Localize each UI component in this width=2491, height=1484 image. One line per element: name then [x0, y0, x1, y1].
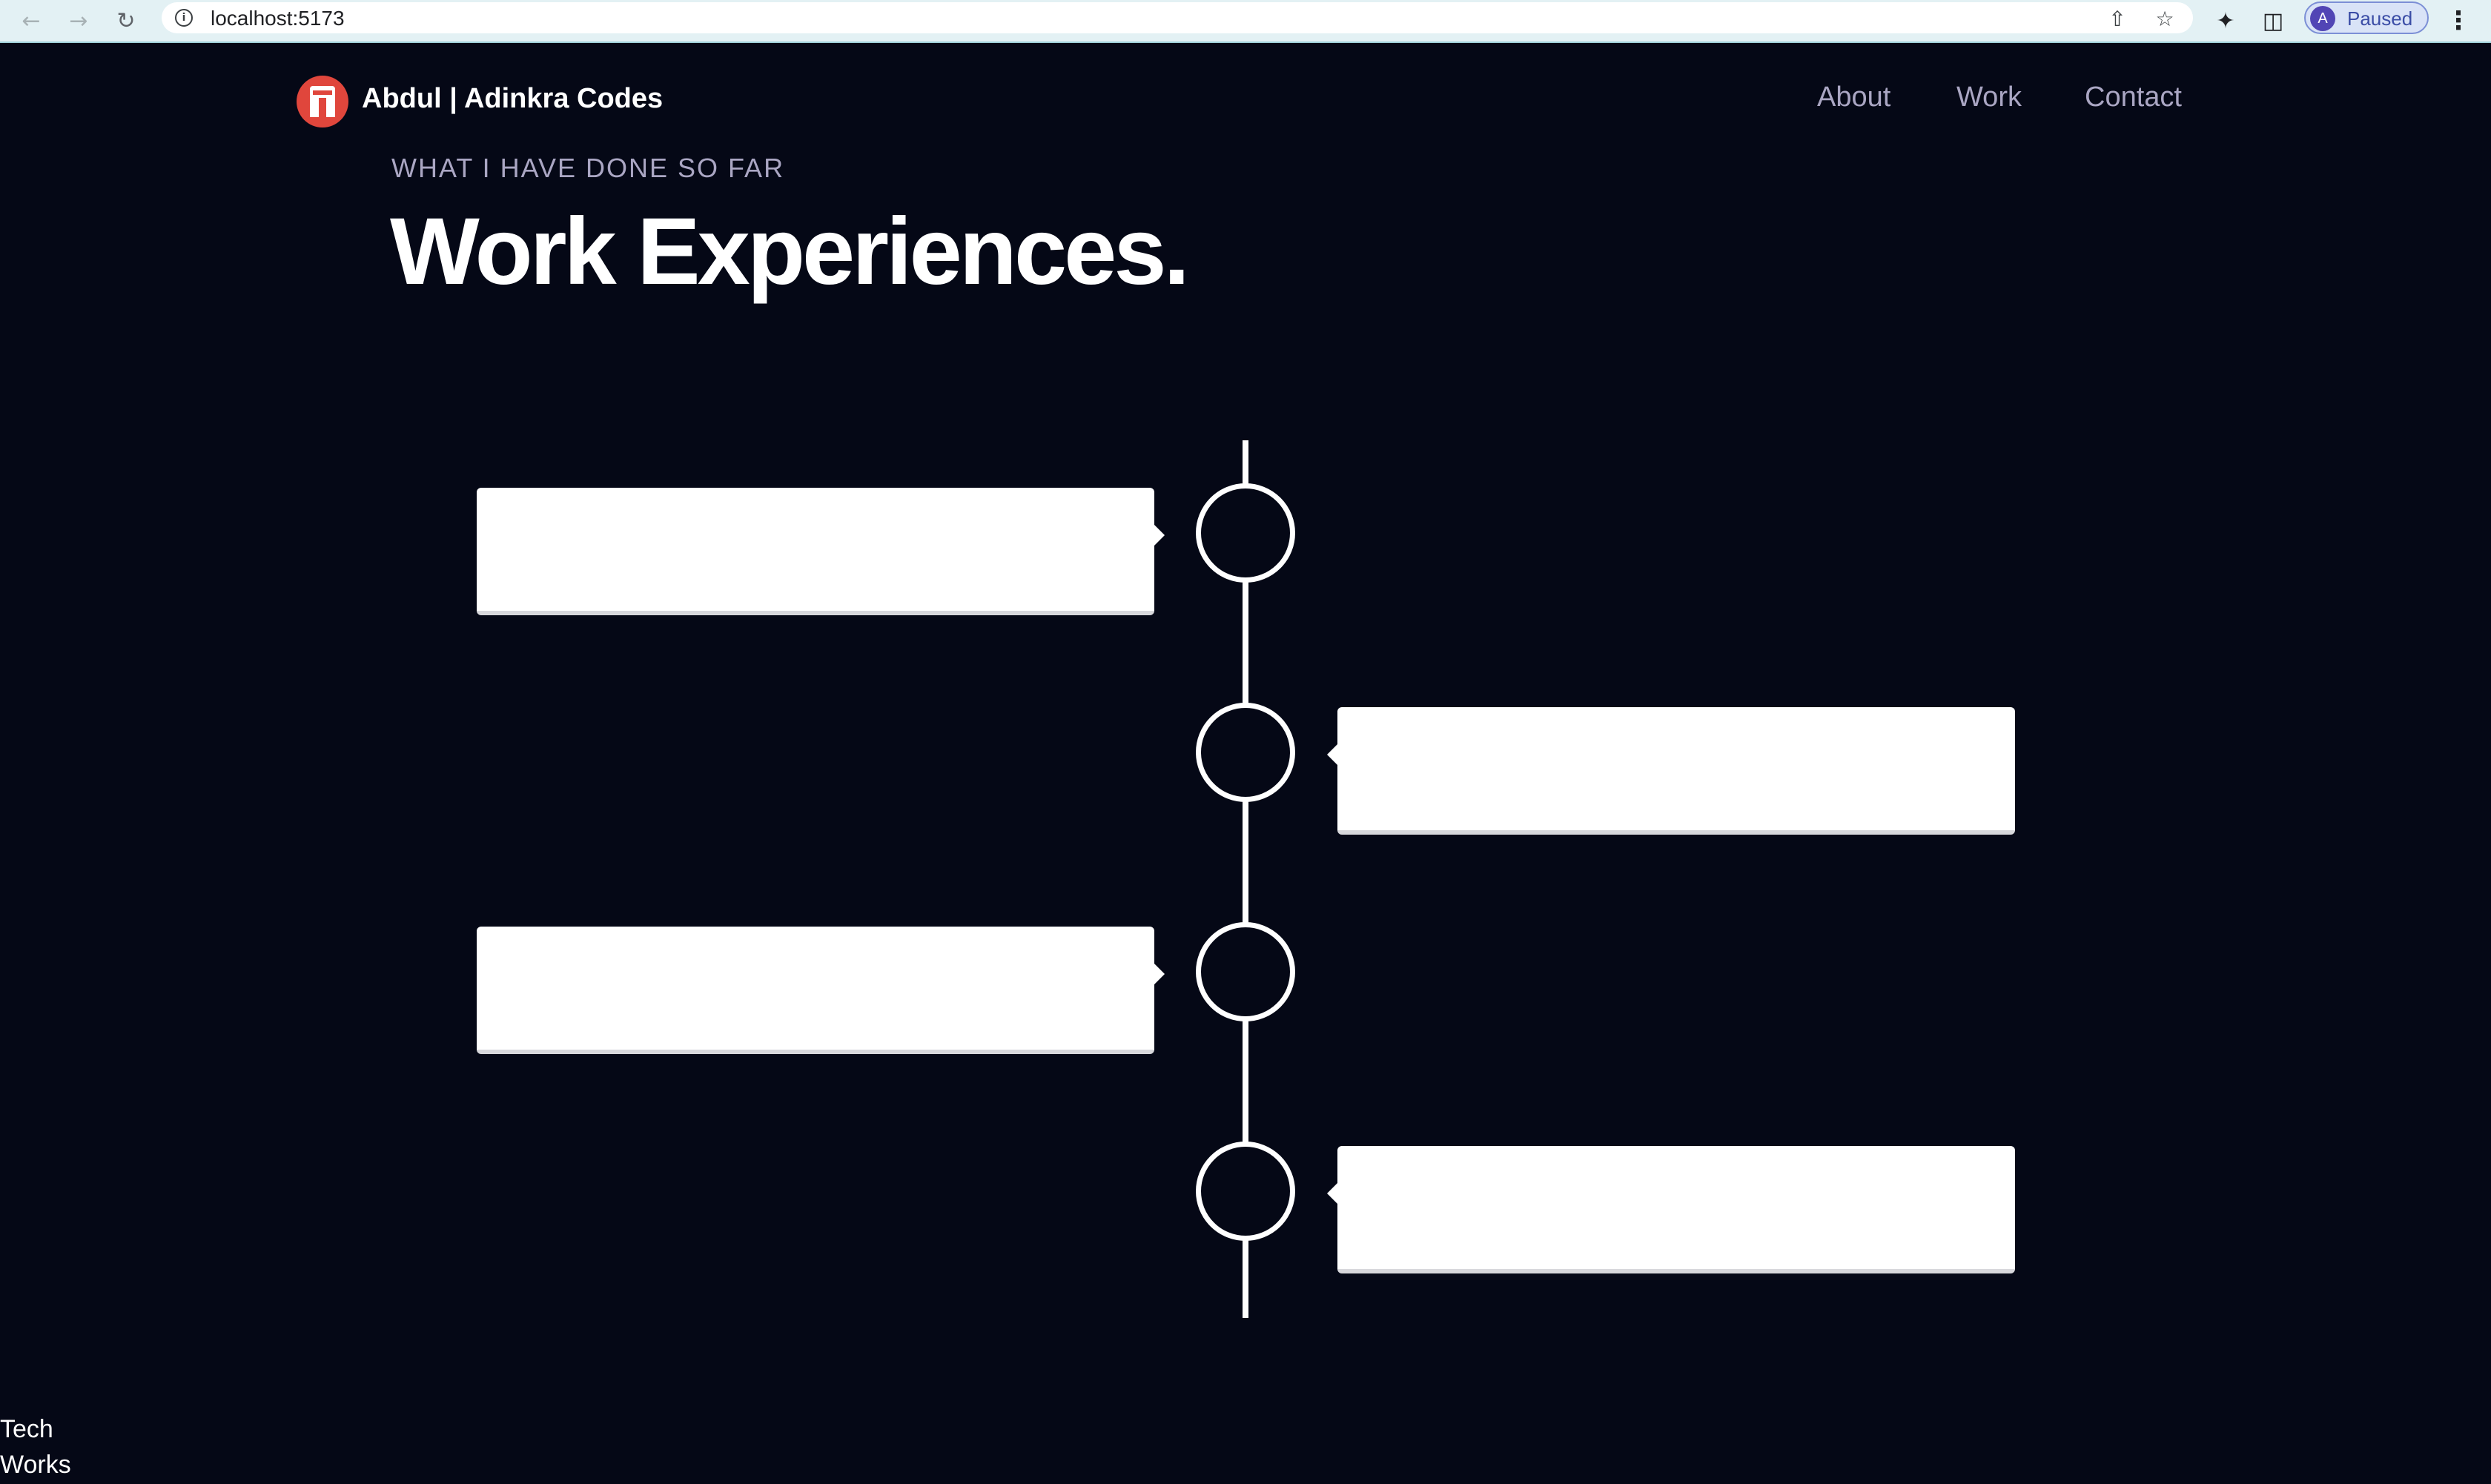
info-icon[interactable]: i	[175, 9, 193, 27]
share-icon[interactable]: ⇧	[2104, 5, 2131, 32]
timeline-node-1	[1196, 483, 1295, 583]
experience-card-2	[1327, 707, 2015, 835]
menu-icon[interactable]: ⋮	[2444, 4, 2473, 37]
section-title: Work Experiences.	[390, 199, 1190, 305]
logo-mark	[310, 86, 335, 117]
url-text: localhost:5173	[211, 7, 345, 30]
site-logo[interactable]	[297, 76, 348, 127]
section-subtitle: WHAT I HAVE DONE SO FAR	[391, 153, 785, 183]
experience-card-3	[477, 927, 1165, 1054]
forward-arrow-icon[interactable]: →	[62, 4, 95, 37]
nav-link-contact[interactable]: Contact	[2085, 82, 2182, 113]
tech-works-label: Tech Works	[0, 1411, 71, 1483]
avatar: A	[2310, 6, 2335, 31]
experience-card-4	[1327, 1146, 2015, 1273]
browser-toolbar: ← → ↻ i localhost:5173 ⇧ ☆ ✦ ◫ A Paused …	[0, 0, 2491, 43]
profile-status: Paused	[2347, 7, 2413, 30]
profile-button[interactable]: A Paused	[2304, 1, 2429, 34]
nav-link-about[interactable]: About	[1817, 82, 1890, 113]
back-arrow-icon[interactable]: ←	[15, 4, 47, 37]
nav-link-work[interactable]: Work	[1956, 82, 2022, 113]
works-label: Works	[0, 1451, 71, 1479]
timeline-node-2	[1196, 703, 1295, 802]
extensions-icon[interactable]: ✦	[2209, 4, 2242, 37]
address-bar[interactable]: i localhost:5173 ⇧ ☆	[162, 2, 2193, 33]
reload-icon[interactable]: ↻	[110, 4, 142, 37]
timeline-node-3	[1196, 922, 1295, 1021]
experience-card-1	[477, 488, 1165, 615]
sidepanel-icon[interactable]: ◫	[2257, 4, 2289, 37]
tech-label: Tech	[0, 1415, 53, 1443]
brand-name[interactable]: Abdul | Adinkra Codes	[362, 83, 663, 115]
star-icon[interactable]: ☆	[2151, 5, 2178, 32]
timeline-node-4	[1196, 1142, 1295, 1241]
